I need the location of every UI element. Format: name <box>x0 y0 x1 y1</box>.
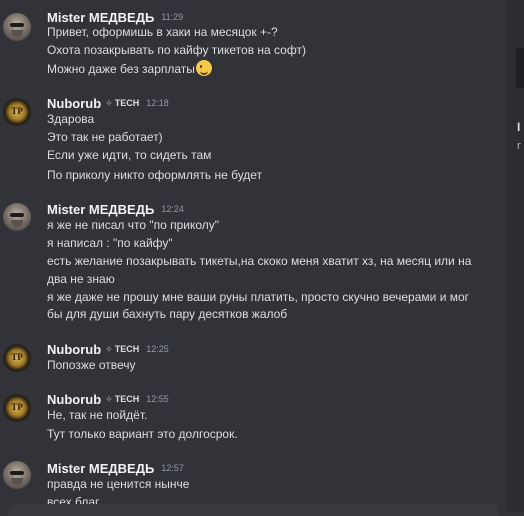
server-tag[interactable]: ✧ TECH <box>105 394 139 405</box>
panel-text-fragment: r <box>517 140 521 152</box>
panel-scroll-strip[interactable] <box>516 48 524 88</box>
server-tag-label: TECH <box>114 344 140 354</box>
message-line: Если уже идти, то сидеть там <box>47 148 212 162</box>
author-name[interactable]: Nuborub <box>47 392 101 407</box>
message-line: Здарова <box>47 112 95 126</box>
message-input-bar[interactable] <box>8 504 498 516</box>
timestamp: 12:24 <box>161 204 184 214</box>
avatar[interactable] <box>3 344 31 372</box>
message-line: два не знаю <box>47 272 115 286</box>
message-line: Попозже отвечу <box>47 358 136 372</box>
message-line: правда не ценится нынче <box>47 477 190 491</box>
timestamp: 12:18 <box>146 98 169 108</box>
message-header: Mister МЕДВЕДЬ 12:24 <box>47 200 184 218</box>
timestamp: 12:25 <box>146 344 169 354</box>
wink-emoji-icon <box>195 60 212 76</box>
message-text: Можно даже без зарплаты <box>47 62 195 76</box>
timestamp: 12:57 <box>161 463 184 473</box>
avatar[interactable] <box>3 13 31 41</box>
server-tag[interactable]: ✧ TECH <box>105 98 139 109</box>
message-header: Mister МЕДВЕДЬ 12:57 <box>47 459 184 477</box>
message-header: Nuborub ✧ TECH 12:25 <box>47 340 169 358</box>
member-list-panel: I r <box>506 0 524 512</box>
chat-messages: Mister МЕДВЕДЬ 11:29 Привет, оформишь в … <box>0 0 506 512</box>
timestamp: 12:55 <box>146 394 169 404</box>
timestamp: 11:29 <box>161 12 184 22</box>
message-line: Не, так не пойдёт. <box>47 408 148 422</box>
sparkle-icon: ✧ <box>105 97 113 108</box>
message-line: Привет, оформишь в хаки на месяцок +-? <box>47 25 278 39</box>
sparkle-icon: ✧ <box>105 393 113 404</box>
panel-text-fragment: I <box>517 120 521 134</box>
message-line: бы для души бахнуть пару десятков жалоб <box>47 307 288 321</box>
server-tag-label: TECH <box>114 394 140 404</box>
message-line: есть желание позакрывать тикеты,на скоко… <box>47 254 472 268</box>
message-line: я же не писал что "по приколу" <box>47 218 220 232</box>
message-line: Охота позакрывать по кайфу тикетов на со… <box>47 43 306 57</box>
message-header: Nuborub ✧ TECH 12:18 <box>47 94 169 112</box>
message-line: По приколу никто оформлять не будет <box>47 168 263 182</box>
message-header: Nuborub ✧ TECH 12:55 <box>47 390 169 408</box>
avatar[interactable] <box>3 461 31 489</box>
avatar[interactable] <box>3 203 31 231</box>
avatar[interactable] <box>3 98 31 126</box>
author-name[interactable]: Nuborub <box>47 96 101 111</box>
message-line: я же даже не прошу мне ваши руны платить… <box>47 290 470 304</box>
avatar[interactable] <box>3 394 31 422</box>
message-line: Тут только вариант это долгосрок. <box>47 427 238 441</box>
server-tag-label: TECH <box>114 98 140 108</box>
message-line: Это так не работает) <box>47 130 163 144</box>
server-tag[interactable]: ✧ TECH <box>105 344 139 355</box>
message-line: я написал : "по кайфу" <box>47 236 173 250</box>
author-name[interactable]: Mister МЕДВЕДЬ <box>47 461 154 476</box>
author-name[interactable]: Nuborub <box>47 342 101 357</box>
message-line: Можно даже без зарплаты <box>47 60 212 78</box>
author-name[interactable]: Mister МЕДВЕДЬ <box>47 10 154 25</box>
sparkle-icon: ✧ <box>105 343 113 354</box>
author-name[interactable]: Mister МЕДВЕДЬ <box>47 202 154 217</box>
